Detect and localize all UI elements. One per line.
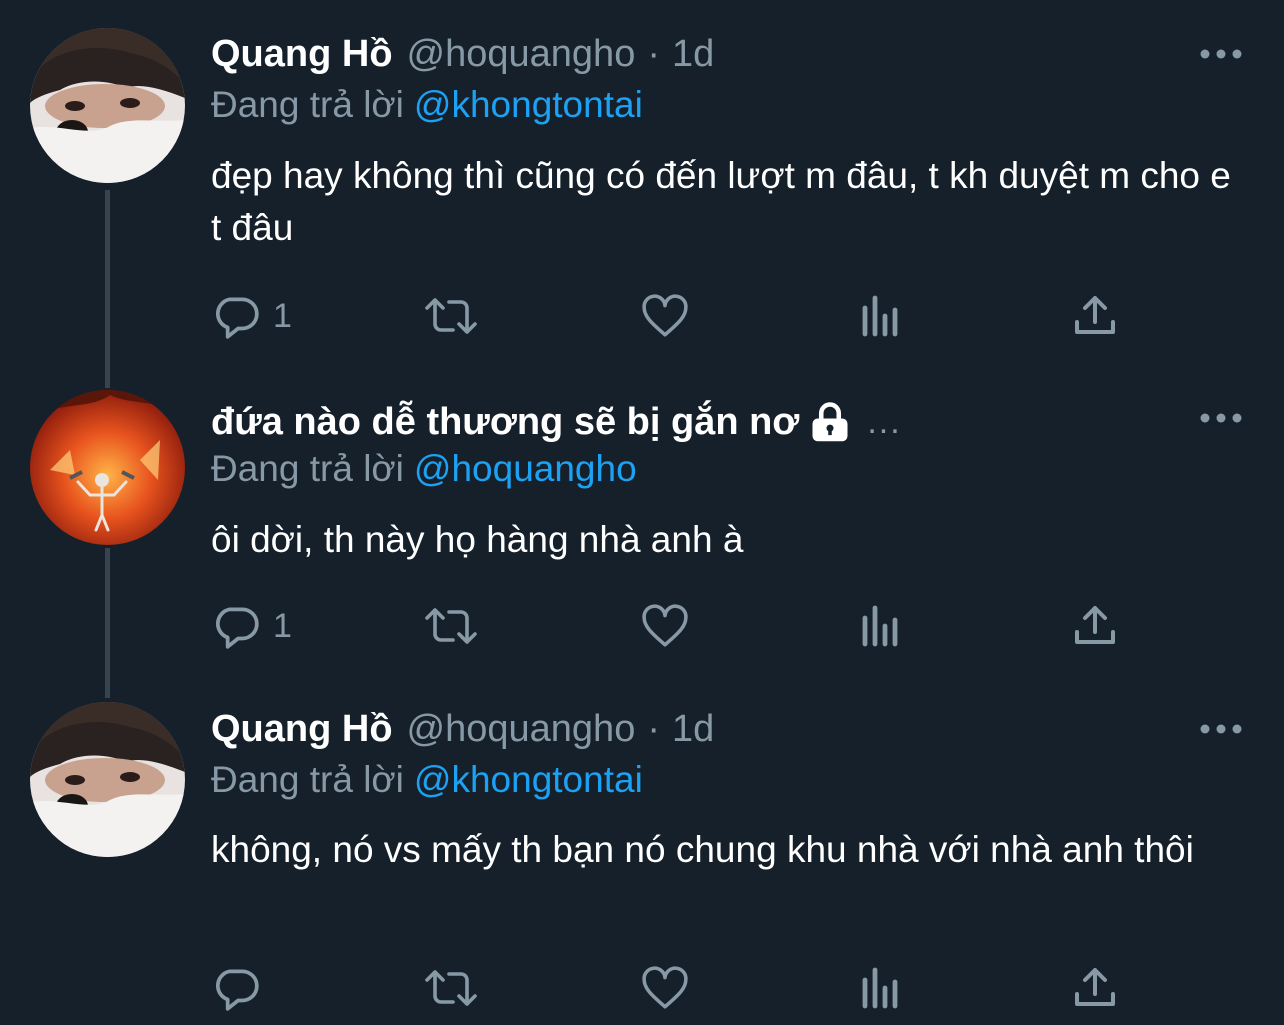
- retweet-icon: [425, 970, 477, 1006]
- analytics-icon: [862, 295, 898, 337]
- tweet[interactable]: đứa nào dễ thương sẽ bị gắn nơ ... Đang …: [0, 370, 1284, 690]
- analytics-icon: [862, 605, 898, 647]
- reply-icon: [215, 607, 259, 649]
- tweet[interactable]: Quang Hồ @hoquangho · 1d Đang trả lời @kh…: [0, 690, 1284, 1025]
- retweet-button[interactable]: [423, 962, 479, 1014]
- lock-icon: [809, 401, 851, 443]
- heart-icon: [642, 966, 688, 1009]
- tweet-header: Quang Hồ @hoquangho · 1d: [211, 707, 714, 751]
- reply-button[interactable]: [211, 962, 273, 1014]
- more-icon[interactable]: [1196, 717, 1246, 741]
- replying-to-label: Đang trả lời: [211, 84, 404, 125]
- reply-count: 1: [273, 296, 292, 335]
- display-name[interactable]: Quang Hồ: [211, 708, 393, 751]
- share-button[interactable]: [1071, 962, 1119, 1014]
- display-name[interactable]: Quang Hồ: [211, 33, 393, 76]
- analytics-button[interactable]: [859, 600, 903, 652]
- share-icon: [1075, 606, 1115, 644]
- name-overflow: ...: [867, 402, 902, 441]
- replying-to: Đang trả lời @hoquangho: [211, 448, 637, 490]
- separator-dot: ·: [647, 32, 660, 75]
- display-name[interactable]: đứa nào dễ thương sẽ bị gắn nơ: [211, 401, 799, 444]
- tweet-text: đẹp hay không thì cũng có đến lượt m đâu…: [211, 155, 1231, 248]
- analytics-icon: [862, 967, 898, 1009]
- mention-link[interactable]: @hoquangho: [414, 448, 637, 489]
- retweet-icon: [425, 298, 477, 334]
- heart-icon: [642, 604, 688, 647]
- replying-to-label: Đang trả lời: [211, 448, 404, 489]
- tweet-header: đứa nào dễ thương sẽ bị gắn nơ ...: [211, 400, 902, 444]
- reply-button[interactable]: 1: [211, 290, 292, 342]
- like-button[interactable]: [639, 600, 691, 652]
- analytics-button[interactable]: [859, 290, 903, 342]
- retweet-button[interactable]: [423, 600, 479, 652]
- reply-icon: [215, 969, 259, 1011]
- share-button[interactable]: [1071, 290, 1119, 342]
- mention-link[interactable]: @khongtontai: [414, 759, 643, 800]
- like-button[interactable]: [639, 290, 691, 342]
- timestamp[interactable]: 1d: [672, 33, 714, 76]
- tweet-text: ôi dời, th này họ hàng nhà anh à: [211, 519, 744, 560]
- reply-icon: [215, 297, 259, 339]
- reply-count: 1: [273, 606, 292, 645]
- retweet-icon: [425, 608, 477, 644]
- replying-to-label: Đang trả lời: [211, 759, 404, 800]
- user-handle[interactable]: @hoquangho: [407, 708, 636, 751]
- replying-to: Đang trả lời @khongtontai: [211, 84, 643, 126]
- share-icon: [1075, 296, 1115, 334]
- tweet[interactable]: Quang Hồ @hoquangho · 1d Đang trả lời @kh…: [0, 0, 1284, 370]
- reply-button[interactable]: 1: [211, 600, 292, 652]
- analytics-button[interactable]: [859, 962, 903, 1014]
- timestamp[interactable]: 1d: [672, 708, 714, 751]
- more-icon[interactable]: [1196, 406, 1246, 430]
- share-button[interactable]: [1071, 600, 1119, 652]
- replying-to: Đang trả lời @khongtontai: [211, 759, 643, 801]
- avatar[interactable]: [30, 702, 185, 857]
- share-icon: [1075, 968, 1115, 1006]
- retweet-button[interactable]: [423, 290, 479, 342]
- mention-link[interactable]: @khongtontai: [414, 84, 643, 125]
- tweet-text: không, nó vs mấy th bạn nó chung khu nhà…: [211, 829, 1194, 870]
- avatar[interactable]: [30, 390, 185, 545]
- more-icon[interactable]: [1196, 42, 1246, 66]
- separator-dot: ·: [647, 707, 660, 750]
- heart-icon: [642, 294, 688, 337]
- tweet-header: Quang Hồ @hoquangho · 1d: [211, 32, 714, 76]
- like-button[interactable]: [639, 962, 691, 1014]
- avatar[interactable]: [30, 28, 185, 183]
- user-handle[interactable]: @hoquangho: [407, 33, 636, 76]
